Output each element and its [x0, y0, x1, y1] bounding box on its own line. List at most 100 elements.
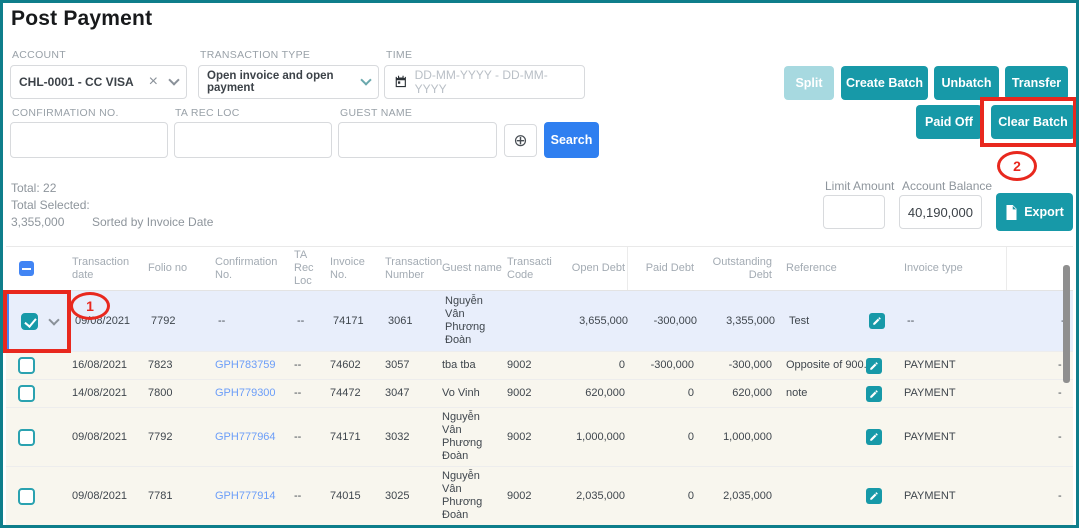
- cell-value: 3,355,000: [726, 315, 775, 328]
- table-cell-guest_name: Vo Vinh: [442, 380, 502, 407]
- time-placeholder: DD-MM-YYYY - DD-MM-YYYY: [415, 68, 575, 96]
- confirmation-link[interactable]: GPH783759: [215, 359, 276, 372]
- column-header-label: Folio no: [148, 262, 187, 275]
- table-cell-date: 09/08/2021: [66, 467, 142, 525]
- row-edit-cell: [866, 352, 892, 379]
- guest-name-input[interactable]: [339, 123, 496, 157]
- edit-reference-icon[interactable]: [866, 488, 882, 504]
- table-cell-guest_name: tba tba: [442, 352, 502, 379]
- account-value: CHL-0001 - CC VISA: [19, 75, 149, 89]
- ta-rec-loc-field[interactable]: [174, 122, 332, 158]
- account-balance-value: 40,190,000: [900, 205, 981, 220]
- row-select-cell: [6, 408, 66, 466]
- column-header-label: Invoice No.: [330, 256, 378, 282]
- time-range-input[interactable]: DD-MM-YYYY - DD-MM-YYYY: [384, 65, 585, 99]
- edit-reference-icon[interactable]: [866, 358, 882, 374]
- vertical-scrollbar[interactable]: [1063, 265, 1070, 383]
- confirmation-no-input[interactable]: [11, 123, 167, 157]
- add-filter-button[interactable]: ⊕: [504, 124, 537, 157]
- confirmation-no-field[interactable]: [10, 122, 168, 158]
- table-cell-outstanding_debt: 620,000: [702, 380, 774, 407]
- table-cell-reference: [774, 467, 866, 525]
- unbatch-button[interactable]: Unbatch: [934, 66, 999, 100]
- edit-reference-icon[interactable]: [869, 313, 885, 329]
- chevron-down-icon: [168, 74, 179, 85]
- export-button[interactable]: Export: [996, 193, 1073, 231]
- column-header-label: Outstanding Debt: [702, 256, 772, 282]
- guest-name-field[interactable]: [338, 122, 497, 158]
- table-cell-transaction_code: 9002: [502, 467, 552, 525]
- table-cell-transaction_number: 3025: [378, 467, 442, 525]
- paid-off-button[interactable]: Paid Off: [916, 105, 982, 139]
- edit-reference-icon[interactable]: [866, 429, 882, 445]
- transfer-button[interactable]: Transfer: [1005, 66, 1068, 100]
- row-checkbox[interactable]: [18, 357, 35, 374]
- annotation-box-1: [3, 290, 71, 353]
- total-selected-value: 3,355,000: [11, 215, 64, 229]
- limit-amount-input[interactable]: [824, 196, 884, 228]
- create-batch-button-label: Create Batch: [846, 76, 923, 90]
- page-title: Post Payment: [11, 7, 152, 31]
- account-select[interactable]: CHL-0001 - CC VISA ×: [10, 65, 187, 99]
- cell-value: 09/08/2021: [72, 431, 127, 444]
- limit-amount-field[interactable]: [823, 195, 885, 229]
- cell-value: 9002: [507, 490, 531, 503]
- clear-account-icon[interactable]: ×: [149, 74, 158, 90]
- cell-value: --: [294, 359, 301, 372]
- column-header-label: Transaction date: [72, 256, 142, 282]
- cell-value: Opposite of 900...: [786, 359, 866, 372]
- select-all-checkbox[interactable]: [19, 261, 34, 276]
- column-header: Guest name: [442, 247, 502, 290]
- guest-name-label: GUEST NAME: [340, 107, 412, 119]
- transfer-button-label: Transfer: [1012, 76, 1061, 90]
- table-cell-date: 16/08/2021: [66, 352, 142, 379]
- cell-value: 0: [688, 387, 694, 400]
- transaction-type-select[interactable]: Open invoice and open payment: [198, 65, 379, 99]
- confirmation-link[interactable]: GPH777964: [215, 431, 276, 444]
- column-header: Transaction Number: [378, 247, 442, 290]
- confirmation-link[interactable]: GPH777914: [215, 490, 276, 503]
- table-cell-transaction_code: 9002: [502, 380, 552, 407]
- table-cell-transaction_code: 9002: [502, 408, 552, 466]
- table-cell-ta_rec_loc: --: [290, 380, 326, 407]
- column-header: Folio no: [142, 247, 206, 290]
- transaction-type-label: TRANSACTION TYPE: [200, 49, 310, 61]
- cell-value: 620,000: [732, 387, 772, 400]
- column-header: Transaction date: [66, 247, 142, 290]
- annotation-step-1-number: 1: [86, 298, 94, 314]
- cell-value: 74015: [330, 490, 361, 503]
- row-select-cell: [6, 467, 66, 525]
- column-header: TA Rec Loc: [290, 247, 326, 290]
- cell-value: 2,035,000: [576, 490, 625, 503]
- table-cell-outstanding_debt: 3,355,000: [705, 291, 777, 351]
- table-cell-confirmation: --: [209, 291, 293, 351]
- row-select-cell: [6, 380, 66, 407]
- confirmation-link[interactable]: GPH779300: [215, 387, 276, 400]
- row-checkbox[interactable]: [18, 429, 35, 446]
- table-cell-tail: -: [1006, 408, 1073, 466]
- ta-rec-loc-input[interactable]: [175, 123, 331, 157]
- cell-value: --: [294, 431, 301, 444]
- column-header-label: Transaction Number: [385, 256, 442, 282]
- row-checkbox[interactable]: [18, 488, 35, 505]
- cell-value: 09/08/2021: [72, 490, 127, 503]
- create-batch-button[interactable]: Create Batch: [841, 66, 928, 100]
- confirmation-no-label: CONFIRMATION NO.: [12, 107, 119, 119]
- time-label: TIME: [386, 49, 412, 61]
- edit-reference-icon[interactable]: [866, 386, 882, 402]
- post-payment-page: Post Payment ACCOUNT CHL-0001 - CC VISA …: [0, 0, 1079, 528]
- search-button[interactable]: Search: [544, 122, 599, 158]
- table-row: 14/08/20217800GPH779300--744723047Vo Vin…: [6, 380, 1073, 408]
- column-header-label: Confirmation No.: [215, 256, 290, 282]
- row-checkbox[interactable]: [18, 385, 35, 402]
- row-select-cell: [6, 352, 66, 379]
- cell-value: 0: [619, 359, 625, 372]
- paid-off-button-label: Paid Off: [925, 115, 973, 129]
- table-header: Transaction date Folio no Confirmation No.…: [6, 246, 1073, 291]
- column-header: Paid Debt: [627, 247, 702, 290]
- table-cell-folio: 7792: [142, 408, 206, 466]
- cell-value: 7781: [148, 490, 172, 503]
- table-cell-transaction_number: 3047: [378, 380, 442, 407]
- cell-value: -: [1058, 431, 1062, 444]
- cell-value: 0: [688, 431, 694, 444]
